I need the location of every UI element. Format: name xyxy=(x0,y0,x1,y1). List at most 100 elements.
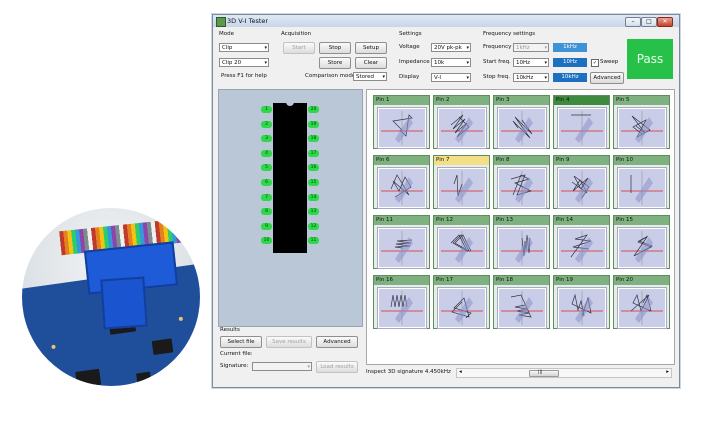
pin-cell[interactable]: Pin 11 xyxy=(373,215,430,269)
app-icon xyxy=(216,17,226,27)
pin-cell[interactable]: Pin 9 xyxy=(553,155,610,209)
start-freq-select[interactable]: 10Hz ▾ xyxy=(513,58,549,67)
frequency-select[interactable]: 1kHz ▾ xyxy=(513,43,549,52)
results-advanced-button[interactable]: Advanced xyxy=(316,336,358,348)
store-button[interactable]: Store xyxy=(319,57,351,69)
vi-signature-plot xyxy=(378,288,426,328)
minimize-button[interactable]: – xyxy=(625,17,641,27)
ic-pin-left[interactable]: 3 xyxy=(261,135,272,143)
ic-pin-right[interactable]: 14 xyxy=(308,193,319,201)
ic-pin-right[interactable]: 11 xyxy=(308,237,319,245)
pin-cell-label: Pin 15 xyxy=(614,216,669,225)
ic-pin-right[interactable]: 19 xyxy=(308,120,319,128)
pcb-photo xyxy=(22,208,200,386)
ic-pin-right[interactable]: 17 xyxy=(308,149,319,157)
frequency-advanced-button[interactable]: Advanced xyxy=(590,72,624,84)
ic-pin-left[interactable]: 5 xyxy=(261,164,272,172)
ic-pin-right[interactable]: 16 xyxy=(308,164,319,172)
signature-trace xyxy=(621,171,663,205)
ic-pin-right[interactable]: 18 xyxy=(308,135,319,143)
pin-cell[interactable]: Pin 3 xyxy=(493,95,550,149)
ic-pin-left[interactable]: 7 xyxy=(261,193,272,201)
help-hint: Press F1 for help xyxy=(221,73,267,79)
voltage-select[interactable]: 20V pk-pk ▾ xyxy=(431,43,471,52)
pin-cell[interactable]: Pin 13 xyxy=(493,215,550,269)
chevron-down-icon: ▾ xyxy=(264,60,267,66)
pin-cell[interactable]: Pin 6 xyxy=(373,155,430,209)
comparison-mode-select[interactable]: Stored ▾ xyxy=(353,72,387,81)
vi-signature-plot xyxy=(498,288,546,328)
scroll-left-icon[interactable]: ◂ xyxy=(459,369,462,375)
mode-select-value: Clip xyxy=(222,45,233,51)
signature-trace xyxy=(441,231,483,265)
pin-cell[interactable]: Pin 20 xyxy=(613,275,670,329)
horizontal-scrollbar[interactable]: ◂ ||| ▸ xyxy=(456,368,672,378)
vi-signature-plot xyxy=(438,288,486,328)
maximize-button[interactable]: □ xyxy=(641,17,657,27)
ic-pin-left[interactable]: 10 xyxy=(261,237,272,245)
frequency-heading: Frequency settings xyxy=(483,31,536,37)
ic-notch xyxy=(286,102,294,106)
ic-pin-left[interactable]: 1 xyxy=(261,106,272,113)
acquisition-heading: Acquisition xyxy=(281,31,312,37)
vi-signature-plot xyxy=(558,228,606,268)
mode-select[interactable]: Clip ▾ xyxy=(219,43,269,52)
impedance-select[interactable]: 10k ▾ xyxy=(431,58,471,67)
vi-signature-plot xyxy=(618,108,666,148)
ic-pin-left[interactable]: 6 xyxy=(261,179,272,186)
ic-pin-right[interactable]: 20 xyxy=(308,106,319,113)
pin-cell[interactable]: Pin 8 xyxy=(493,155,550,209)
frequency-value: 1kHz xyxy=(516,45,530,51)
signature-trace xyxy=(621,291,663,325)
select-file-button[interactable]: Select file xyxy=(220,336,262,348)
scroll-right-icon[interactable]: ▸ xyxy=(666,369,669,375)
stop-freq-select[interactable]: 10kHz ▾ xyxy=(513,73,549,82)
pin-cell[interactable]: Pin 14 xyxy=(553,215,610,269)
clip-select-value: Clip 20 xyxy=(222,60,242,66)
pin-cell[interactable]: Pin 10 xyxy=(613,155,670,209)
setup-button[interactable]: Setup xyxy=(355,42,387,54)
display-label: Display xyxy=(399,74,420,80)
scroll-thumb[interactable]: ||| xyxy=(529,370,559,377)
ic-pin-left[interactable]: 2 xyxy=(261,120,272,128)
ic-pin-left[interactable]: 9 xyxy=(261,222,272,230)
save-results-button[interactable]: Save results xyxy=(266,336,312,348)
pin-cell[interactable]: Pin 19 xyxy=(553,275,610,329)
pin-cell[interactable]: Pin 1 xyxy=(373,95,430,149)
display-select[interactable]: V-I ▾ xyxy=(431,73,471,82)
ic-pin-right[interactable]: 12 xyxy=(308,222,319,230)
pin-cell[interactable]: Pin 2 xyxy=(433,95,490,149)
ic-pin-right[interactable]: 15 xyxy=(308,179,319,186)
pin-cell[interactable]: Pin 18 xyxy=(493,275,550,329)
clear-button[interactable]: Clear xyxy=(355,57,387,69)
load-results-button[interactable]: Load results xyxy=(316,361,358,373)
stop-freq-label: Stop freq. xyxy=(483,74,510,80)
ic-pin-right[interactable]: 13 xyxy=(308,208,319,216)
pin-cell-label: Pin 3 xyxy=(494,96,549,105)
results-heading: Results xyxy=(220,327,240,333)
pin-cell[interactable]: Pin 15 xyxy=(613,215,670,269)
pin-cell[interactable]: Pin 5 xyxy=(613,95,670,149)
sweep-checkbox[interactable]: ✓ xyxy=(591,59,599,67)
app-window: 3D V-I Tester – □ ✕ Mode Clip ▾ Clip 20 ▾ … xyxy=(212,14,680,388)
pin-cell-label: Pin 6 xyxy=(374,156,429,165)
pin-cell[interactable]: Pin 4 xyxy=(553,95,610,149)
ic-pin-left[interactable]: 4 xyxy=(261,149,272,157)
stop-button[interactable]: Stop xyxy=(319,42,351,54)
scroll-grip: ||| xyxy=(538,370,543,375)
pin-cell[interactable]: Pin 16 xyxy=(373,275,430,329)
close-button[interactable]: ✕ xyxy=(657,17,673,27)
signature-trace xyxy=(501,111,543,145)
pin-cell[interactable]: Pin 17 xyxy=(433,275,490,329)
vi-signature-plot xyxy=(498,168,546,208)
pin-cell[interactable]: Pin 12 xyxy=(433,215,490,269)
start-button[interactable]: Start xyxy=(283,42,315,54)
clip-select[interactable]: Clip 20 ▾ xyxy=(219,58,269,67)
comparison-mode-label: Comparison mode xyxy=(305,73,356,79)
title-bar: 3D V-I Tester – □ ✕ xyxy=(213,15,679,27)
pin-cell[interactable]: Pin 7 xyxy=(433,155,490,209)
start-freq-label: Start freq. xyxy=(483,59,511,65)
ic-pin-left[interactable]: 8 xyxy=(261,208,272,216)
signature-select[interactable]: ▾ xyxy=(252,362,312,371)
chevron-down-icon: ▾ xyxy=(466,60,469,66)
